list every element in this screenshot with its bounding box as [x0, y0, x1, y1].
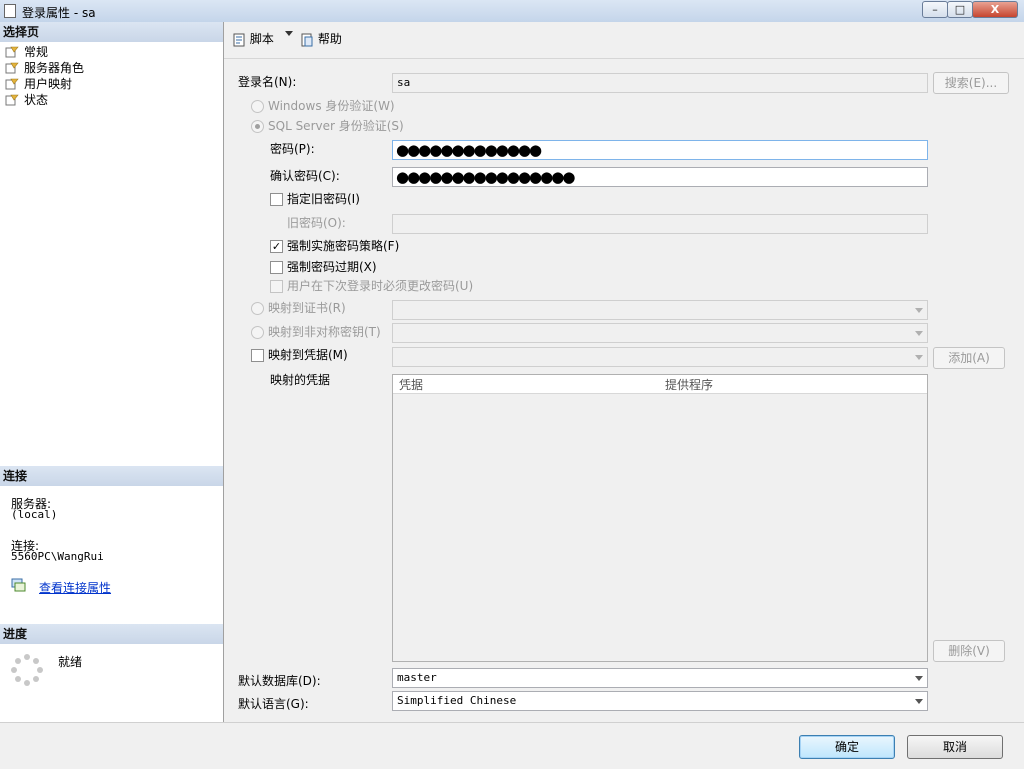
page-label: 常规: [24, 45, 49, 59]
page-item-general[interactable]: 常规: [5, 44, 48, 60]
toolbar: 脚本 帮助: [224, 22, 1024, 59]
enforce-expiration-checkbox[interactable]: [270, 261, 283, 274]
connection-value: 5560PC\WangRui: [11, 550, 104, 563]
chevron-down-icon: [915, 699, 923, 704]
help-label: 帮助: [317, 32, 342, 46]
window-title: 登录属性 - sa: [22, 6, 96, 20]
default-lang-select[interactable]: Simplified Chinese: [392, 691, 928, 711]
page-icon: [5, 94, 19, 105]
cancel-button[interactable]: 取消: [907, 735, 1003, 759]
dialog-buttons: 确定 取消: [0, 722, 1024, 769]
grid-column-provider[interactable]: 提供程序: [665, 376, 713, 393]
specify-old-password-checkbox[interactable]: [270, 193, 283, 206]
remove-button[interactable]: 删除(V): [933, 640, 1005, 662]
maximize-button[interactable]: □: [947, 1, 973, 18]
default-db-label: 默认数据库(D):: [238, 674, 321, 688]
password-input[interactable]: ●●●●●●●●●●●●●: [392, 140, 928, 160]
confirm-password-input[interactable]: ●●●●●●●●●●●●●●●●: [392, 167, 928, 187]
ok-button[interactable]: 确定: [799, 735, 895, 759]
page-label: 服务器角色: [24, 61, 85, 75]
mapped-credentials-label: 映射的凭据: [270, 373, 331, 387]
script-icon: [233, 33, 245, 46]
map-cert-select[interactable]: [392, 300, 928, 320]
view-connection-properties-link[interactable]: 查看连接属性: [39, 579, 111, 596]
connection-properties-icon: [11, 578, 26, 592]
select-page-header: 选择页: [0, 22, 223, 42]
confirm-password-label: 确认密码(C):: [270, 169, 340, 183]
progress-spinner-icon: [11, 654, 43, 686]
password-label: 密码(P):: [270, 142, 315, 156]
enforce-expiration-label: 强制密码过期(X): [287, 260, 377, 274]
grid-header: 凭据 提供程序: [393, 375, 927, 394]
page-item-status[interactable]: 状态: [5, 92, 48, 108]
old-password-input[interactable]: [392, 214, 928, 234]
window-icon: [4, 4, 16, 18]
page-icon: [5, 78, 19, 89]
chevron-down-icon: [915, 676, 923, 681]
title-bar: 登录属性 - sa – □ X: [0, 0, 1024, 23]
page-label: 状态: [24, 93, 49, 107]
chevron-down-icon: [915, 355, 923, 360]
page-item-server-roles[interactable]: 服务器角色: [5, 60, 84, 76]
credential-select[interactable]: [392, 347, 928, 367]
enforce-policy-checkbox[interactable]: ✓: [270, 240, 283, 253]
map-asym-label: 映射到非对称密钥(T): [268, 325, 381, 339]
sql-auth-radio[interactable]: [251, 120, 264, 133]
map-cert-label: 映射到证书(R): [268, 301, 346, 315]
add-button[interactable]: 添加(A): [933, 347, 1005, 369]
login-name-label: 登录名(N):: [238, 75, 297, 89]
specify-old-password-label: 指定旧密码(I): [287, 192, 360, 206]
script-label: 脚本: [249, 32, 274, 46]
must-change-label: 用户在下次登录时必须更改密码(U): [287, 279, 474, 293]
help-icon: [301, 33, 313, 46]
windows-auth-radio[interactable]: [251, 100, 264, 113]
grid-column-credential[interactable]: 凭据: [399, 376, 423, 393]
map-asym-radio[interactable]: [251, 326, 264, 339]
progress-header: 进度: [0, 624, 223, 644]
search-button[interactable]: 搜索(E)...: [933, 72, 1009, 94]
script-dropdown-icon[interactable]: [285, 31, 293, 36]
windows-auth-label: Windows 身份验证(W): [268, 99, 395, 113]
must-change-checkbox[interactable]: [270, 280, 283, 293]
progress-status: 就绪: [58, 655, 83, 669]
left-pane: 选择页 常规 服务器角色 用户映射 状态 连接 服务器: (local) 连接:…: [0, 22, 224, 722]
enforce-policy-label: 强制实施密码策略(F): [287, 239, 400, 253]
map-cert-radio[interactable]: [251, 302, 264, 315]
page-item-user-mapping[interactable]: 用户映射: [5, 76, 72, 92]
map-credential-checkbox[interactable]: [251, 349, 264, 362]
page-icon: [5, 46, 19, 57]
chevron-down-icon: [915, 308, 923, 313]
script-button[interactable]: 脚本: [232, 30, 274, 48]
default-db-select[interactable]: master: [392, 668, 928, 688]
help-button[interactable]: 帮助: [300, 30, 342, 48]
default-lang-label: 默认语言(G):: [238, 697, 309, 711]
sql-auth-label: SQL Server 身份验证(S): [268, 119, 404, 133]
mapped-credentials-grid[interactable]: 凭据 提供程序: [392, 374, 928, 662]
page-label: 用户映射: [24, 77, 73, 91]
old-password-label: 旧密码(O):: [287, 216, 346, 230]
map-credential-label: 映射到凭据(M): [268, 348, 348, 362]
connection-header: 连接: [0, 466, 223, 486]
minimize-button[interactable]: –: [922, 1, 948, 18]
login-name-field: sa: [392, 73, 928, 93]
close-button[interactable]: X: [972, 1, 1018, 18]
map-asym-select[interactable]: [392, 323, 928, 343]
server-value: (local): [11, 508, 58, 521]
page-icon: [5, 62, 19, 73]
chevron-down-icon: [915, 331, 923, 336]
